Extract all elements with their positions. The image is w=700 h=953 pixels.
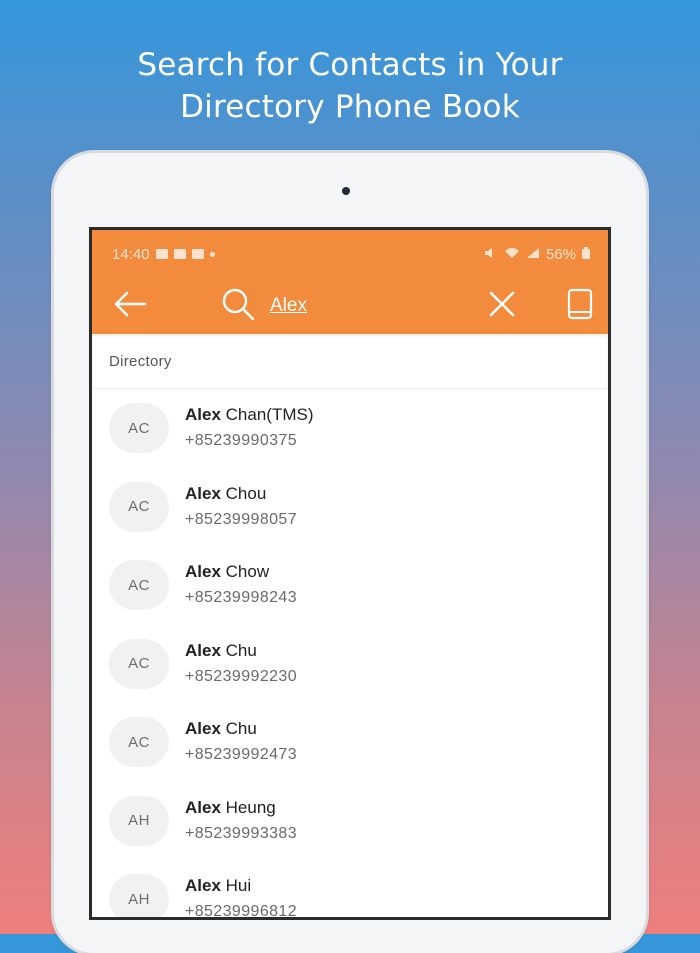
back-button[interactable]: [110, 290, 150, 322]
name-match: Alex: [185, 797, 221, 817]
contact-row[interactable]: AC Alex Chu +85239992230: [92, 625, 608, 704]
promo-headline: Search for Contacts in Your Directory Ph…: [0, 44, 700, 128]
contact-phone: +85239996812: [185, 903, 298, 920]
contact-row[interactable]: AC Alex Chow +85239998243: [92, 546, 608, 625]
name-rest: Chow: [220, 562, 270, 581]
name-rest: Hui: [220, 876, 252, 895]
avatar: AH: [109, 874, 169, 917]
section-title: Directory: [109, 352, 172, 370]
name-match: Alex: [185, 562, 221, 581]
contact-row[interactable]: AC Alex Chou +85239998057: [92, 468, 608, 547]
mute-icon: [484, 246, 498, 263]
avatar: AC: [109, 638, 169, 689]
contact-phone: +85239998243: [185, 589, 298, 606]
headline-line-1: Search for Contacts in Your: [137, 47, 563, 83]
contact-name: Alex Hui: [185, 876, 251, 896]
name-rest: Heung: [220, 797, 276, 817]
contact-row[interactable]: AH Alex Hui +85239996812: [92, 860, 608, 920]
headline-line-2: Directory Phone Book: [180, 89, 520, 125]
status-time: 14:40: [112, 245, 150, 263]
section-header: Directory: [92, 334, 608, 389]
name-rest: Chu: [220, 640, 257, 660]
arrow-left-icon: [113, 291, 147, 322]
name-match: Alex: [185, 405, 221, 424]
contact-name: Alex Chow: [185, 562, 269, 582]
signal-icon: [526, 246, 540, 263]
avatar: AC: [109, 481, 169, 532]
search-icon: [220, 287, 256, 326]
app-screen: 14:40 56% Alex Directory AC Alex Chan(TM…: [89, 227, 611, 920]
name-match: Alex: [185, 640, 221, 660]
contact-name: Alex Heung: [185, 798, 276, 818]
contact-phone: +85239993383: [185, 824, 298, 842]
tablet-icon: [567, 288, 593, 325]
teams-icon: [191, 249, 204, 259]
notification-icon: [173, 249, 186, 259]
avatar: AC: [109, 403, 169, 453]
search-input[interactable]: [270, 292, 470, 320]
name-rest: Chu: [220, 719, 257, 738]
search-toolbar: [92, 278, 608, 334]
device-button[interactable]: [562, 286, 598, 326]
contact-name: Alex Chan(TMS): [185, 405, 314, 425]
name-match: Alex: [185, 876, 221, 895]
contact-phone: +85239998057: [185, 510, 298, 528]
contact-phone: +85239992473: [185, 746, 298, 763]
name-rest: Chan(TMS): [220, 405, 314, 424]
avatar: AC: [109, 717, 169, 767]
contact-phone: +85239990375: [185, 432, 298, 449]
battery-icon: [582, 246, 590, 263]
contact-name: Alex Chu: [185, 719, 257, 739]
contact-name: Alex Chou: [185, 484, 266, 504]
battery-level: 56%: [545, 245, 576, 263]
contact-name: Alex Chu: [185, 641, 257, 661]
more-dot-icon: [209, 251, 215, 257]
camera-dot: [342, 187, 350, 195]
contact-row[interactable]: AC Alex Chan(TMS) +85239990375: [92, 389, 608, 468]
name-rest: Chou: [220, 483, 267, 503]
search-button[interactable]: [218, 288, 258, 324]
contact-row[interactable]: AH Alex Heung +85239993383: [92, 782, 608, 861]
status-bar: 14:40 56%: [92, 230, 608, 278]
wifi-icon: [504, 246, 520, 263]
name-match: Alex: [185, 483, 221, 503]
photo-icon: [155, 249, 168, 259]
avatar: AC: [109, 560, 169, 610]
contact-list: AC Alex Chan(TMS) +85239990375 AC Alex C…: [92, 389, 608, 920]
avatar: AH: [109, 795, 169, 846]
contact-phone: +85239992230: [185, 667, 298, 685]
contact-row[interactable]: AC Alex Chu +85239992473: [92, 703, 608, 782]
name-match: Alex: [185, 719, 221, 738]
clear-search-button[interactable]: [484, 290, 520, 322]
close-icon: [488, 290, 516, 323]
